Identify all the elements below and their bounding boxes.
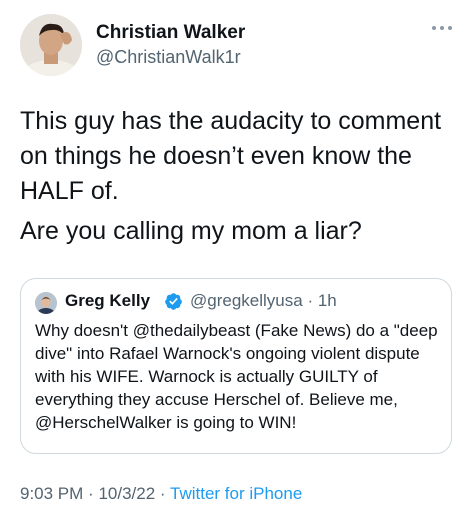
- tweet-metadata: 9:03 PM · 10/3/22 · Twitter for iPhone: [20, 484, 302, 504]
- author-handle[interactable]: @ChristianWalk1r: [96, 47, 241, 68]
- tweet-text-second-paragraph: Are you calling my mom a liar?: [20, 217, 362, 245]
- tweet-source[interactable]: Twitter for iPhone: [170, 484, 302, 503]
- tweet-date[interactable]: 10/3/22: [98, 484, 155, 503]
- tweet-text: This guy has the audacity to comment on …: [20, 107, 442, 205]
- quoted-avatar-image: [35, 292, 57, 314]
- author-avatar[interactable]: [20, 14, 82, 76]
- quoted-author-handle-and-time[interactable]: @gregkellyusa · 1h: [190, 291, 337, 311]
- quoted-author-avatar[interactable]: [35, 292, 57, 314]
- quoted-tweet-time[interactable]: · 1h: [307, 291, 336, 310]
- meta-separator-2: ·: [159, 484, 166, 503]
- avatar-image: [20, 14, 82, 76]
- verified-badge-icon: [165, 293, 182, 310]
- quoted-author-handle[interactable]: @gregkellyusa: [190, 291, 303, 310]
- quoted-tweet-text: Why doesn't @thedailybeast (Fake News) d…: [35, 321, 438, 432]
- quoted-tweet[interactable]: Greg Kelly @gregkellyusa · 1h Why doesn'…: [20, 278, 452, 454]
- quoted-author-name[interactable]: Greg Kelly: [65, 291, 150, 311]
- meta-separator: ·: [88, 484, 94, 503]
- tweet-time[interactable]: 9:03 PM: [20, 484, 83, 503]
- author-name[interactable]: Christian Walker: [96, 22, 245, 44]
- ellipsis-icon[interactable]: [428, 18, 456, 38]
